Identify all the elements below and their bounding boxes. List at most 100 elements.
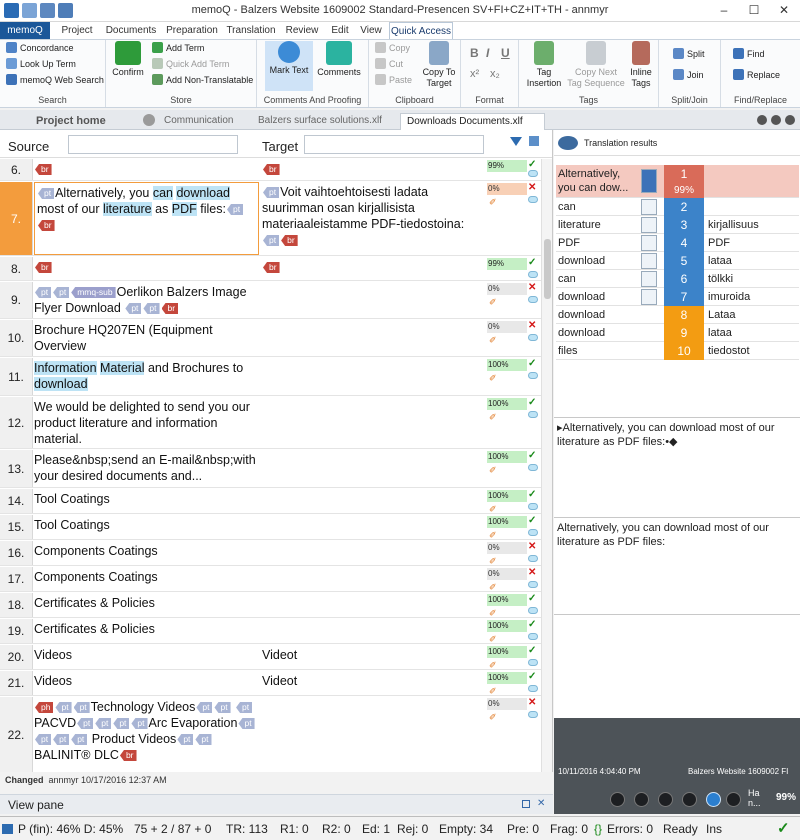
- close-document-icon[interactable]: [785, 115, 795, 125]
- add-non-translatable-button[interactable]: Add Non-Translatable: [152, 73, 253, 87]
- source-cell[interactable]: pt pt mmq-sub Oerlikon Balzers Image Flyer …: [34, 284, 259, 316]
- comment-icon[interactable]: [528, 529, 538, 536]
- comment-icon[interactable]: [528, 334, 538, 341]
- filter-icon[interactable]: [510, 137, 522, 146]
- nav-back-icon[interactable]: [757, 115, 767, 125]
- source-cell[interactable]: Tool Coatings: [34, 517, 259, 533]
- source-cell[interactable]: We would be delighted to send you our pr…: [34, 399, 259, 447]
- view-pane[interactable]: View pane ✕: [0, 794, 553, 814]
- find-button[interactable]: Find: [733, 47, 765, 61]
- tab-balzers-surface[interactable]: Balzers surface solutions.xlf: [252, 113, 388, 130]
- table-row[interactable]: 6. br br 99% ✓: [0, 159, 552, 181]
- source-cell[interactable]: Information Material and Brochures to do…: [34, 360, 259, 392]
- comment-icon[interactable]: [528, 581, 538, 588]
- target-cell[interactable]: br: [262, 161, 484, 177]
- paste-button[interactable]: Paste: [375, 73, 412, 87]
- result-row[interactable]: Alternatively, you can dow... 1 99%: [556, 165, 799, 198]
- target-cell[interactable]: Videot: [262, 647, 484, 663]
- source-cell[interactable]: Brochure HQ207EN (Equipment Overview: [34, 322, 259, 354]
- source-cell[interactable]: br: [34, 161, 259, 177]
- comment-icon[interactable]: [528, 464, 538, 471]
- add-term-button[interactable]: Add Term: [152, 41, 204, 55]
- comment-icon[interactable]: [528, 633, 538, 640]
- bold-button[interactable]: B: [470, 46, 479, 60]
- target-cell[interactable]: Videot: [262, 673, 484, 689]
- copy-to-target-button[interactable]: Copy To Target: [419, 41, 459, 89]
- result-row[interactable]: download 5 lataa: [556, 252, 799, 270]
- source-cell[interactable]: Components Coatings: [34, 569, 259, 585]
- minimize-button[interactable]: –: [710, 0, 738, 20]
- target-filter-input[interactable]: [304, 135, 484, 154]
- copy-button[interactable]: Copy: [375, 41, 410, 55]
- table-row[interactable]: 9. pt pt mmq-sub Oerlikon Balzers Image Fly…: [0, 282, 552, 319]
- nav-forward-icon[interactable]: [771, 115, 781, 125]
- tab-project-home[interactable]: Project home: [30, 113, 112, 130]
- table-row[interactable]: 16. Components Coatings 0% ✕ ✐: [0, 541, 552, 566]
- source-cell[interactable]: Certificates & Policies: [34, 621, 259, 637]
- comment-icon[interactable]: [528, 503, 538, 510]
- table-row[interactable]: 11. Information Material and Brochures t…: [0, 358, 552, 396]
- table-row[interactable]: 15. Tool Coatings 100% ✓ ✐: [0, 515, 552, 540]
- copy-next-tag-sequence-button[interactable]: Copy Next Tag Sequence: [567, 41, 625, 89]
- target-cell[interactable]: br: [262, 259, 484, 275]
- close-tab-icon[interactable]: [143, 114, 155, 126]
- prev-page-icon[interactable]: [658, 792, 673, 807]
- tab-quick-access[interactable]: Quick Access: [389, 22, 453, 39]
- concordance-button[interactable]: Concordance: [6, 41, 74, 55]
- comment-icon[interactable]: [528, 372, 538, 379]
- subscript-button[interactable]: x₂: [490, 67, 500, 81]
- look-up-term-button[interactable]: Look Up Term: [6, 57, 76, 71]
- last-result-icon[interactable]: [726, 792, 741, 807]
- comment-icon[interactable]: [528, 411, 538, 418]
- table-row[interactable]: 22. ph pt pt Technology Videos pt pt ptPACVD p…: [0, 697, 552, 772]
- cut-button[interactable]: Cut: [375, 57, 403, 71]
- comment-icon[interactable]: [528, 711, 538, 718]
- pin-icon[interactable]: [522, 800, 530, 808]
- table-row[interactable]: 8. br br 99% ✓: [0, 257, 552, 281]
- result-row[interactable]: download 7 imuroida: [556, 288, 799, 306]
- source-cell[interactable]: Videos: [34, 673, 259, 689]
- result-row[interactable]: files 10 tiedostot: [556, 342, 799, 360]
- source-filter-input[interactable]: [68, 135, 238, 154]
- prev-result-icon[interactable]: [634, 792, 649, 807]
- first-result-icon[interactable]: [610, 792, 625, 807]
- result-row[interactable]: PDF 4 PDF: [556, 234, 799, 252]
- result-row[interactable]: can 2: [556, 198, 799, 216]
- tag-insertion-button[interactable]: Tag Insertion: [522, 41, 566, 89]
- source-cell[interactable]: Tool Coatings: [34, 491, 259, 507]
- italic-button[interactable]: I: [486, 46, 489, 60]
- web-search-button[interactable]: memoQ Web Search: [6, 73, 104, 87]
- comment-icon[interactable]: [528, 170, 538, 177]
- source-cell[interactable]: ph pt pt Technology Videos pt pt ptPACVD pt pt p…: [34, 699, 259, 772]
- replace-button[interactable]: Replace: [733, 68, 780, 82]
- table-row[interactable]: 10. Brochure HQ207EN (Equipment Overview…: [0, 320, 552, 357]
- errors-count[interactable]: Errors: 0: [603, 817, 657, 840]
- result-row[interactable]: can 6 tölkki: [556, 270, 799, 288]
- comment-icon[interactable]: [528, 659, 538, 666]
- source-cell[interactable]: Videos: [34, 647, 259, 663]
- table-row[interactable]: 21. Videos Videot 100% ✓ ✐: [0, 671, 552, 696]
- target-cell[interactable]: pt Voit vaihtoehtoisesti ladata suurimman…: [262, 184, 484, 248]
- table-row[interactable]: 20. Videos Videot 100% ✓ ✐: [0, 645, 552, 670]
- comment-icon[interactable]: [528, 685, 538, 692]
- underline-button[interactable]: U: [501, 46, 510, 60]
- tab-view[interactable]: View: [357, 22, 385, 39]
- sort-icon[interactable]: [529, 136, 539, 146]
- confirm-button[interactable]: Confirm: [110, 41, 146, 78]
- view-pane-close-icon[interactable]: ✕: [537, 798, 545, 810]
- comment-icon[interactable]: [528, 296, 538, 303]
- split-button[interactable]: Split: [673, 47, 705, 61]
- table-row[interactable]: 18. Certificates & Policies 100% ✓ ✐: [0, 593, 552, 618]
- tab-memoq[interactable]: memoQ: [0, 22, 50, 39]
- comment-icon[interactable]: [528, 271, 538, 278]
- tab-documents[interactable]: Documents: [101, 22, 161, 39]
- result-row[interactable]: literature 3 kirjallisuus: [556, 216, 799, 234]
- comment-icon[interactable]: [528, 196, 538, 203]
- tab-communication[interactable]: Communication: [158, 113, 239, 130]
- comment-icon[interactable]: [528, 607, 538, 614]
- quick-add-term-button[interactable]: Quick Add Term: [152, 57, 229, 71]
- tab-project[interactable]: Project: [57, 22, 97, 39]
- tab-downloads-documents[interactable]: Downloads Documents.xlf: [400, 113, 545, 130]
- result-row[interactable]: download 9 lataa: [556, 324, 799, 342]
- tab-review[interactable]: Review: [282, 22, 322, 39]
